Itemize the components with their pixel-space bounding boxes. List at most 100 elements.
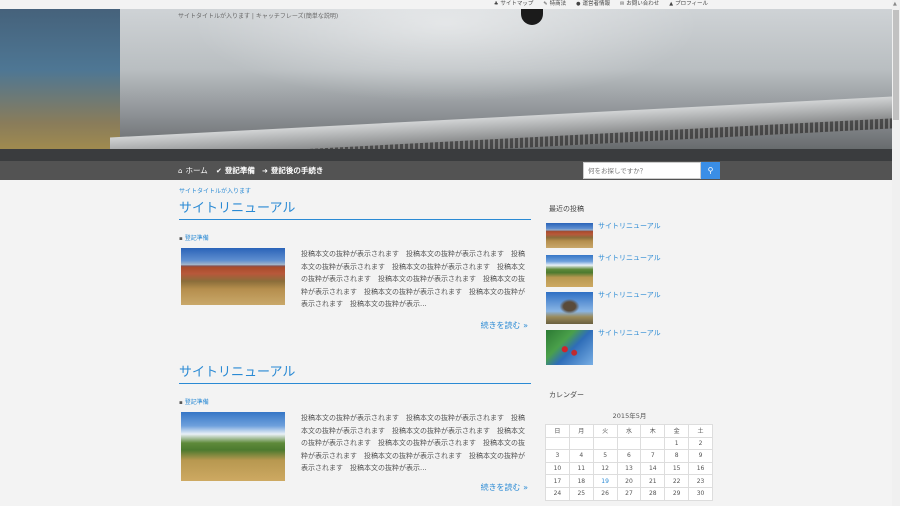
read-more-link[interactable]: 続きを読む » (179, 320, 531, 331)
calendar-day: 7 (640, 449, 666, 463)
calendar-week-row: 17 18 19 20 21 22 23 (545, 474, 713, 488)
utility-link-contact[interactable]: ✉ お問い合わせ (620, 0, 659, 9)
utility-link-label: お問い合わせ (626, 1, 660, 7)
calendar-weekday-row: 日 月 火 水 木 金 土 (545, 424, 713, 438)
post-thumbnail[interactable] (181, 248, 285, 305)
main-nav: ⌂ホーム ✔登記準備 ➜登記後の手続き ⚲ (0, 161, 892, 180)
post-body: 投稿本文の抜粋が表示されます 投稿本文の抜粋が表示されます 投稿本文の抜粋が表示… (179, 412, 531, 484)
calendar-weekday: 日 (545, 424, 570, 438)
calendar-day-link[interactable]: 19 (592, 474, 618, 488)
post-title[interactable]: サイトリニューアル (179, 364, 531, 384)
header-image (0, 9, 892, 161)
calendar-day (568, 436, 594, 451)
calendar-day: 16 (688, 461, 713, 476)
post-category-link[interactable]: 登記準備 (185, 235, 209, 242)
post-title[interactable]: サイトリニューアル (179, 200, 531, 220)
calendar-day: 8 (664, 449, 690, 463)
site-caption: サイトタイトルが入ります | キャッチフレーズ(簡単な説明) (178, 13, 339, 20)
calendar-week-row: 10 11 12 13 14 15 16 (545, 461, 713, 476)
page-scrollbar[interactable]: ▲ (892, 0, 900, 506)
post-card: サイトリニューアル ▪ 登記準備 投稿本文の抜粋が表示されます 投稿本文の抜粋が表… (179, 364, 531, 493)
post-category: ▪ 登記準備 (179, 233, 531, 242)
scroll-up-arrow-icon[interactable]: ▲ (893, 1, 897, 7)
calendar-week-row: 24 25 26 27 28 29 30 (545, 486, 713, 501)
utility-link-operator-info[interactable]: ● 運営者情報 (576, 0, 610, 9)
calendar-day: 23 (688, 474, 713, 488)
calendar-day: 13 (616, 461, 642, 476)
nav-item-home[interactable]: ⌂ ホーム (178, 161, 208, 180)
calendar-day: 12 (592, 461, 618, 476)
calendar-day (592, 436, 618, 451)
scrollbar-thumb[interactable] (893, 10, 899, 120)
recent-post-thumbnail[interactable] (546, 223, 593, 248)
recent-post-title[interactable]: サイトリニューアル (598, 221, 661, 231)
post-body: 投稿本文の抜粋が表示されます 投稿本文の抜粋が表示されます 投稿本文の抜粋が表示… (179, 248, 531, 320)
recent-post-thumbnail[interactable] (546, 292, 593, 324)
calendar-day (640, 436, 666, 451)
calendar-day: 6 (616, 449, 642, 463)
calendar-day: 4 (568, 449, 594, 463)
calendar-weekday: 火 (592, 424, 618, 438)
search-icon: ⚲ (707, 166, 714, 175)
calendar: 日 月 火 水 木 金 土 1 2 3 4 5 6 7 8 9 10 11 12… (545, 424, 713, 501)
calendar-day: 27 (616, 486, 642, 501)
calendar-day: 30 (688, 486, 713, 501)
recent-post-title[interactable]: サイトリニューアル (598, 328, 661, 338)
recent-post-thumbnail[interactable] (546, 255, 593, 287)
calendar-day: 3 (545, 449, 570, 463)
utility-link-tokushoho[interactable]: ✎ 特商法 (543, 0, 566, 9)
calendar-day: 18 (568, 474, 594, 488)
nav-item-post-registration[interactable]: ➜ 登記後の手続き (262, 161, 323, 180)
breadcrumb[interactable]: サイトタイトルが入ります (179, 186, 251, 195)
calendar-day: 2 (688, 436, 713, 451)
calendar-day: 20 (616, 474, 642, 488)
post-category-link[interactable]: 登記準備 (185, 399, 209, 406)
utility-bar: ♣ サイトマップ ✎ 特商法 ● 運営者情報 ✉ お問い合わせ ▲ プロフィール (0, 0, 892, 9)
nav-item-label: ホーム (185, 166, 208, 175)
recent-post-title[interactable]: サイトリニューアル (598, 290, 661, 300)
calendar-weekday: 土 (688, 424, 713, 438)
info-icon: ● (576, 1, 581, 7)
calendar-heading: カレンダー (549, 391, 584, 399)
check-icon: ✔ (216, 167, 222, 175)
recent-post-title[interactable]: サイトリニューアル (598, 253, 661, 263)
nav-item-label: 登記後の手続き (270, 166, 324, 175)
calendar-day (545, 436, 570, 451)
calendar-day: 9 (688, 449, 713, 463)
search-input[interactable] (583, 162, 701, 179)
calendar-weekday: 水 (616, 424, 642, 438)
calendar-day: 24 (545, 486, 570, 501)
calendar-day: 1 (664, 436, 690, 451)
calendar-day (616, 436, 642, 451)
calendar-caption: 2015年5月 (612, 412, 647, 420)
post-thumbnail[interactable] (181, 412, 285, 481)
calendar-day: 26 (592, 486, 618, 501)
folder-icon: ▪ (179, 400, 183, 406)
calendar-day: 11 (568, 461, 594, 476)
utility-link-label: プロフィール (675, 1, 708, 7)
post-excerpt: 投稿本文の抜粋が表示されます 投稿本文の抜粋が表示されます 投稿本文の抜粋が表示… (301, 250, 525, 308)
recent-posts-heading: 最近の投稿 (549, 205, 584, 213)
header-logo-mark (521, 9, 543, 25)
recent-post-thumbnail[interactable] (546, 330, 593, 365)
header-image-blur (0, 9, 120, 161)
utility-link-sitemap[interactable]: ♣ サイトマップ (494, 0, 534, 9)
utility-link-profile[interactable]: ▲ プロフィール (669, 0, 708, 9)
wrench-icon: ✎ (543, 1, 548, 7)
mail-icon: ✉ (620, 1, 625, 7)
calendar-day: 29 (664, 486, 690, 501)
post-excerpt: 投稿本文の抜粋が表示されます 投稿本文の抜粋が表示されます 投稿本文の抜粋が表示… (301, 414, 525, 472)
calendar-day: 5 (592, 449, 618, 463)
calendar-day: 21 (640, 474, 666, 488)
calendar-day: 28 (640, 486, 666, 501)
nav-item-registration-prep[interactable]: ✔ 登記準備 (216, 161, 255, 180)
calendar-weekday: 金 (664, 424, 690, 438)
calendar-weekday: 月 (568, 424, 594, 438)
calendar-day: 10 (545, 461, 570, 476)
calendar-weekday: 木 (640, 424, 666, 438)
post-category: ▪ 登記準備 (179, 397, 531, 406)
search-button[interactable]: ⚲ (701, 162, 720, 179)
post-card: サイトリニューアル ▪ 登記準備 投稿本文の抜粋が表示されます 投稿本文の抜粋が表… (179, 200, 531, 331)
calendar-day: 14 (640, 461, 666, 476)
folder-icon: ▪ (179, 236, 183, 242)
